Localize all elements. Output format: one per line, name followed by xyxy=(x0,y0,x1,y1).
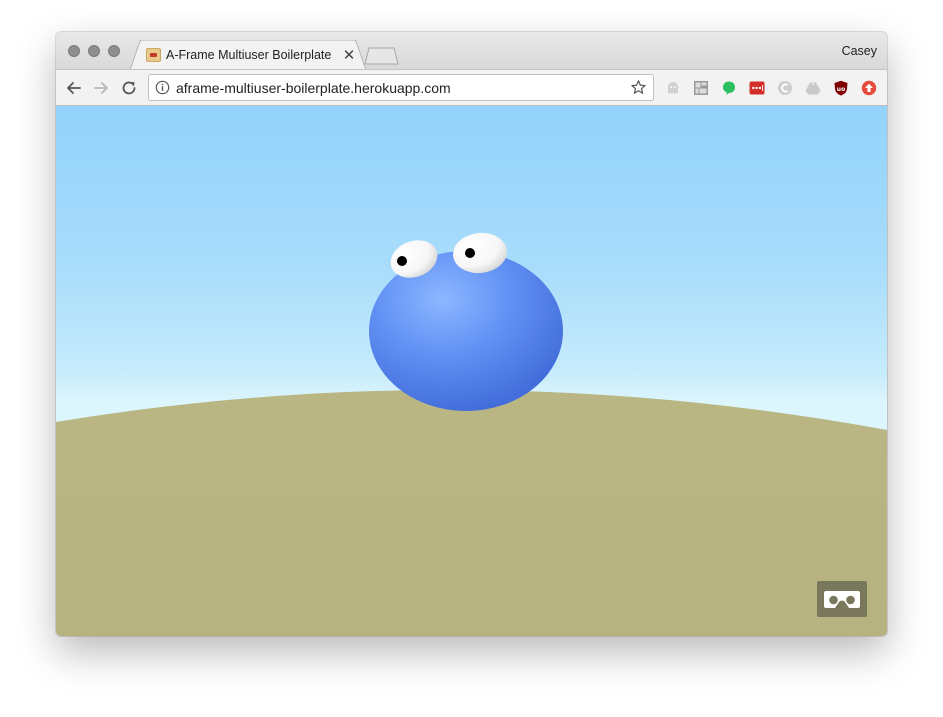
avatar-head xyxy=(369,251,563,411)
tab-title: A-Frame Multiuser Boilerplate xyxy=(166,48,332,62)
circle-extension-icon[interactable] xyxy=(777,80,793,96)
svg-text:uo: uo xyxy=(837,86,845,93)
forward-arrow-icon[interactable] xyxy=(92,79,110,97)
address-bar[interactable]: aframe-multiuser-boilerplate.herokuapp.c… xyxy=(148,74,654,101)
ublock-origin-icon[interactable]: uo xyxy=(833,80,849,96)
info-icon[interactable] xyxy=(155,80,170,95)
browser-window: A-Frame Multiuser Boilerplate ✕ Casey af… xyxy=(56,32,887,636)
bookmark-star-icon[interactable] xyxy=(630,79,647,96)
vr-headset-icon xyxy=(824,591,860,608)
scene-canvas xyxy=(56,232,887,636)
avatar-right-pupil xyxy=(465,248,475,258)
evernote-icon[interactable] xyxy=(721,80,737,96)
aframe-scene[interactable] xyxy=(56,106,887,636)
lastpass-icon[interactable] xyxy=(749,80,765,96)
ghostery-icon[interactable] xyxy=(665,80,681,96)
url-text[interactable]: aframe-multiuser-boilerplate.herokuapp.c… xyxy=(176,80,451,96)
close-window-button[interactable] xyxy=(68,45,80,57)
toolbar: aframe-multiuser-boilerplate.herokuapp.c… xyxy=(56,69,887,106)
back-arrow-icon[interactable] xyxy=(65,79,83,97)
tab-strip: A-Frame Multiuser Boilerplate ✕ Casey xyxy=(56,32,887,70)
google-drive-icon[interactable] xyxy=(805,80,821,96)
reload-icon[interactable] xyxy=(120,79,138,97)
avatar-left-pupil xyxy=(397,256,407,266)
enter-vr-button[interactable] xyxy=(817,581,867,617)
ground-plane xyxy=(56,389,887,636)
profile-name[interactable]: Casey xyxy=(842,44,877,58)
tab-active[interactable]: A-Frame Multiuser Boilerplate ✕ xyxy=(130,40,368,70)
close-tab-icon[interactable]: ✕ xyxy=(342,46,356,64)
update-arrow-icon[interactable] xyxy=(861,80,877,96)
zoom-window-button[interactable] xyxy=(108,45,120,57)
favicon-icon xyxy=(146,48,161,62)
minimize-window-button[interactable] xyxy=(88,45,100,57)
grid-extension-icon[interactable] xyxy=(693,80,709,96)
new-tab-button[interactable] xyxy=(364,47,400,65)
